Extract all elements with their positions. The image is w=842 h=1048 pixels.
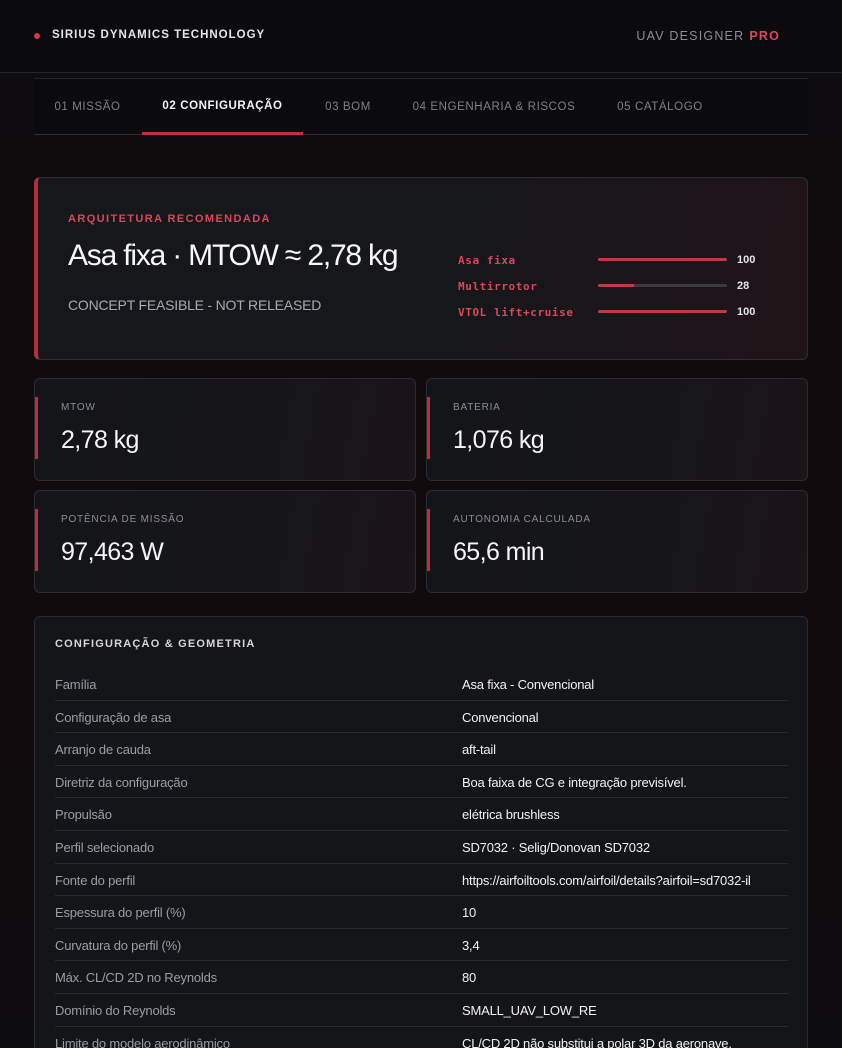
tab-configuracao[interactable]: 02 CONFIGURAÇÃO: [142, 79, 303, 135]
metric-value: 65,6 min: [453, 538, 545, 566]
tab-catalogo[interactable]: 05 CATÁLOGO: [596, 79, 724, 135]
accent-bar: [35, 509, 38, 571]
row-value: 3,4: [462, 937, 480, 953]
brand-dot-icon: [34, 33, 40, 39]
airfoil-source-link[interactable]: https://airfoiltools.com/airfoil/details…: [462, 873, 788, 888]
row-key: Curvatura do perfil (%): [55, 937, 182, 953]
row-value: SMALL_UAV_LOW_RE: [462, 1002, 597, 1018]
row-key: Arranjo de cauda: [55, 742, 151, 758]
score-row-multirrotor: Multirrotor 28: [458, 280, 778, 294]
score-fill: [598, 284, 635, 287]
row-key: Diretriz da configuração: [55, 774, 188, 790]
metric-card-autonomia: AUTONOMIA CALCULADA 65,6 min: [426, 490, 808, 593]
metric-label: BATERIA: [453, 402, 501, 413]
row-value: Boa faixa de CG e integração previsível.: [462, 774, 687, 790]
accent-bar: [35, 397, 38, 459]
table-row: Espessura do perfil (%) 10: [55, 896, 788, 929]
tab-missao[interactable]: 01 MISSÃO: [34, 79, 141, 135]
hero-title: Asa fixa · MTOW ≈ 2,78 kg: [68, 239, 399, 272]
table-row: Família Asa fixa - Convencional: [55, 668, 788, 701]
metric-label: AUTONOMIA CALCULADA: [453, 514, 591, 525]
hero-eyebrow: ARQUITETURA RECOMENDADA: [68, 213, 271, 225]
score-label: Asa fixa: [458, 254, 516, 267]
table-row: Diretriz da configuração Boa faixa de CG …: [55, 766, 788, 799]
pro-badge: PRO: [749, 29, 780, 43]
row-value: CL/CD 2D não substitui a polar 3D da aer…: [462, 1035, 732, 1048]
row-value: elétrica brushless: [462, 807, 560, 823]
table-row: Curvatura do perfil (%) 3,4: [55, 929, 788, 962]
row-key: Máx. CL/CD 2D no Reynolds: [55, 970, 217, 986]
top-bar: SIRIUS DYNAMICS TECHNOLOGY UAV DESIGNER P…: [0, 0, 842, 73]
tab-bar: 01 MISSÃO 02 CONFIGURAÇÃO 03 BOM 04 ENGE…: [34, 78, 808, 135]
score-row-vtol: VTOL lift+cruise 100: [458, 306, 778, 320]
metric-card-potencia: POTÊNCIA DE MISSÃO 97,463 W: [34, 490, 416, 593]
app-title: UAV DESIGNER PRO: [636, 29, 780, 43]
row-value: SD7032 · Selig/Donovan SD7032: [462, 839, 650, 855]
row-key: Perfil selecionado: [55, 839, 155, 855]
table-row: Perfil selecionado SD7032 · Selig/Donovan…: [55, 831, 788, 864]
table-row: Configuração de asa Convencional: [55, 701, 788, 734]
row-key: Propulsão: [55, 807, 112, 823]
row-key: Fonte do perfil: [55, 872, 136, 888]
row-value: 10: [462, 905, 477, 921]
score-fill: [598, 310, 727, 313]
score-value: 100: [737, 254, 756, 266]
score-label: Multirrotor: [458, 280, 538, 293]
row-key: Limite do modelo aerodinâmico: [55, 1035, 230, 1048]
metric-value: 1,076 kg: [453, 426, 545, 454]
tab-engenharia-riscos[interactable]: 04 ENGENHARIA & RISCOS: [393, 79, 595, 135]
score-fill: [598, 258, 727, 261]
metric-card-mtow: MTOW 2,78 kg: [34, 378, 416, 481]
row-value: 80: [462, 970, 477, 986]
accent-bar: [427, 397, 430, 459]
tab-bom[interactable]: 03 BOM: [304, 79, 392, 135]
row-key: Domínio do Reynolds: [55, 1002, 176, 1018]
score-track: [598, 310, 727, 313]
table-row: Arranjo de cauda aft-tail: [55, 733, 788, 766]
table-row: Domínio do Reynolds SMALL_UAV_LOW_RE: [55, 994, 788, 1027]
table-row: Limite do modelo aerodinâmico CL/CD 2D nã…: [55, 1027, 788, 1048]
row-value: Convencional: [462, 709, 539, 725]
row-value: Asa fixa - Convencional: [462, 677, 594, 692]
config-table: Família Asa fixa - Convencional Configura…: [55, 668, 788, 1048]
row-key: Configuração de asa: [55, 709, 172, 725]
app-title-text: UAV DESIGNER: [636, 29, 745, 43]
score-value: 28: [737, 280, 750, 292]
row-value: aft-tail: [462, 742, 496, 758]
table-row: Máx. CL/CD 2D no Reynolds 80: [55, 961, 788, 994]
table-row: Fonte do perfil https://airfoiltools.com/…: [55, 864, 788, 897]
metric-label: MTOW: [61, 402, 96, 413]
row-key: Família: [55, 677, 97, 692]
accent-bar: [427, 509, 430, 571]
recommended-architecture-card: ARQUITETURA RECOMENDADA Asa fixa · MTOW …: [34, 177, 808, 360]
table-row: Propulsão elétrica brushless: [55, 798, 788, 831]
hero-status: CONCEPT FEASIBLE - NOT RELEASED: [68, 297, 322, 313]
panel-title: CONFIGURAÇÃO & GEOMETRIA: [55, 638, 256, 650]
metric-value: 97,463 W: [61, 538, 164, 566]
score-value: 100: [737, 306, 756, 318]
configuration-geometry-panel: CONFIGURAÇÃO & GEOMETRIA Família Asa fixa…: [34, 616, 808, 1048]
row-key: Espessura do perfil (%): [55, 905, 186, 921]
score-label: VTOL lift+cruise: [458, 306, 574, 319]
metric-label: POTÊNCIA DE MISSÃO: [61, 514, 185, 525]
score-row-asa-fixa: Asa fixa 100: [458, 254, 778, 268]
score-track: [598, 258, 727, 261]
score-track: [598, 284, 727, 287]
metric-value: 2,78 kg: [61, 426, 139, 454]
brand-name: SIRIUS DYNAMICS TECHNOLOGY: [52, 29, 266, 41]
metric-card-bateria: BATERIA 1,076 kg: [426, 378, 808, 481]
